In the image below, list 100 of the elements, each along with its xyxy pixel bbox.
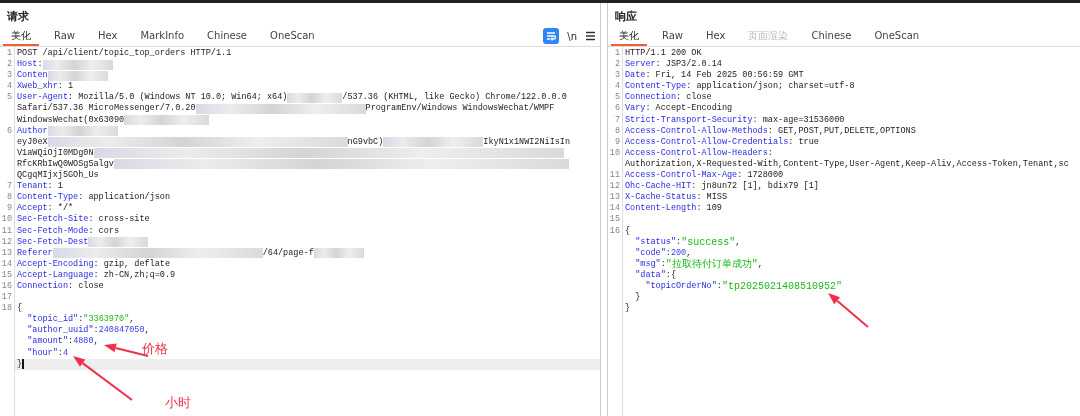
code-key: "amount" [17,336,68,348]
line-number: 14 [609,203,620,214]
tab[interactable]: Raw [46,26,84,46]
code-text: nG9vbC) [347,136,384,148]
line-number: 14 [1,258,12,269]
line-number: 1 [614,48,620,58]
code-text: , [144,325,150,337]
code-text: : true [788,136,819,148]
tab[interactable]: Hex [698,26,734,46]
line-number: 5 [614,92,620,103]
code-text: Safari/537.36 MicroMessenger/7.0.20 [17,103,196,115]
line-number: 3 [614,70,620,81]
line-number: 6 [614,103,620,114]
line-number: 17 [1,292,12,303]
code-text: IkyN1x1NWI2NiIsIn [483,136,571,148]
code-key: Ohc-Cache-HIT [625,181,692,193]
line-number: 11 [609,170,620,181]
line-number: 13 [1,247,12,258]
tab[interactable]: MarkInfo [132,26,193,46]
code-number: 4880 [73,336,94,348]
panel-title: 请求 [6,9,30,25]
code-number: 4 [62,347,69,359]
code-text: : [716,280,722,293]
line-number: 7 [6,181,12,192]
wrap-icon[interactable] [543,28,560,44]
code-text: : MISS [696,192,728,203]
code-text: eyJ0eX [17,136,48,148]
code-text: : 109 [696,203,722,215]
code-text: : [93,325,99,337]
code-text: } [634,292,641,304]
line-number: 16 [609,225,620,236]
code-text: QCgqMIjxj5GOh_Us [17,170,99,182]
code-text: : [665,247,671,259]
code-text: : [57,347,63,359]
code-key: "topic_id" [17,314,79,326]
tab[interactable]: Chinese [803,26,860,46]
code-text: , [757,258,763,270]
code-text: /537.36 (KHTML, like Gecko) Chrome/122.0.0.0 [342,92,567,103]
code-key: User-Agent [17,92,68,104]
code-key: Accept [17,203,48,215]
code-string: "success" [681,236,736,248]
code-text: : [660,258,666,270]
code-key: Author [17,125,48,137]
code-text: : Fri, 14 Feb 2025 00:56:59 GMT [645,70,804,81]
code-key: Tenant [17,181,48,193]
code-text: POST /api/client/topic_top_orders HTTP/1.1 [17,48,232,60]
panel-title: 响应 [614,9,638,25]
code-key: "topicOrderNo" [625,280,717,293]
line-number: 16 [1,280,12,291]
tab[interactable]: Hex [90,26,126,46]
line-number: 2 [6,59,12,70]
tab[interactable]: OneScan [262,26,323,46]
code-text: :{ [665,269,676,281]
code-text: : Accept-Encoding [645,103,733,115]
tab[interactable]: Chinese [199,26,255,46]
tab[interactable]: 美化 [611,26,647,46]
code-text: : [78,314,84,325]
code-key: Connection [625,92,676,104]
code-string: "3363970" [83,314,130,325]
code-key: Vary [625,103,646,115]
newline-toggle[interactable]: \n [567,30,577,42]
line-number: 10 [1,214,12,225]
line-number: 10 [609,147,620,158]
code-key: "author_uuid" [17,325,94,337]
code-key: "msg" [625,258,661,270]
code-key: "code" [625,247,666,259]
code-key: Sec-Fetch-Site [17,214,89,226]
line-number: 15 [609,214,620,225]
code-text: : 1 [47,181,63,193]
annotation-label: 小时 [165,394,191,412]
code-text: { [17,303,23,315]
tab[interactable]: Raw [654,26,692,46]
code-key: Host [17,59,38,71]
line-number: 13 [609,192,620,203]
code-text: : 1 [57,81,74,93]
line-number: 1 [6,48,12,58]
line-number: 3 [6,70,12,81]
code-text: Authorization,X-Requested-With,Content-Type,User-Agent,Keep-Aliv,Access-Token,Tenant,sc [625,158,1069,170]
code-text: : application/json [78,192,171,204]
code-text: : [676,236,682,248]
code-key: Content-Type [625,81,687,93]
line-number: 9 [6,203,12,214]
tab[interactable]: 美化 [3,26,39,46]
line-number: 8 [6,192,12,203]
line-number: 15 [1,269,12,280]
code-key: Access-Control-Allow-Methods [625,125,768,137]
code-text: : application/json; charset=utf-8 [686,81,855,92]
code-key: Access-Control-Max-Age [625,170,738,182]
line-number: 11 [1,225,12,236]
code-text: : cors [88,225,120,237]
code-text: : [767,147,773,159]
code-text: : [37,59,43,71]
code-text: : close [68,280,104,293]
line-number: 4 [6,81,12,92]
menu-icon[interactable] [585,31,596,41]
line-number: 7 [614,114,620,125]
code-text: , [735,236,741,248]
code-key: Access-Control-Allow-Headers [625,147,768,159]
code-key: Referer [17,247,53,259]
tab[interactable]: OneScan [866,26,928,46]
